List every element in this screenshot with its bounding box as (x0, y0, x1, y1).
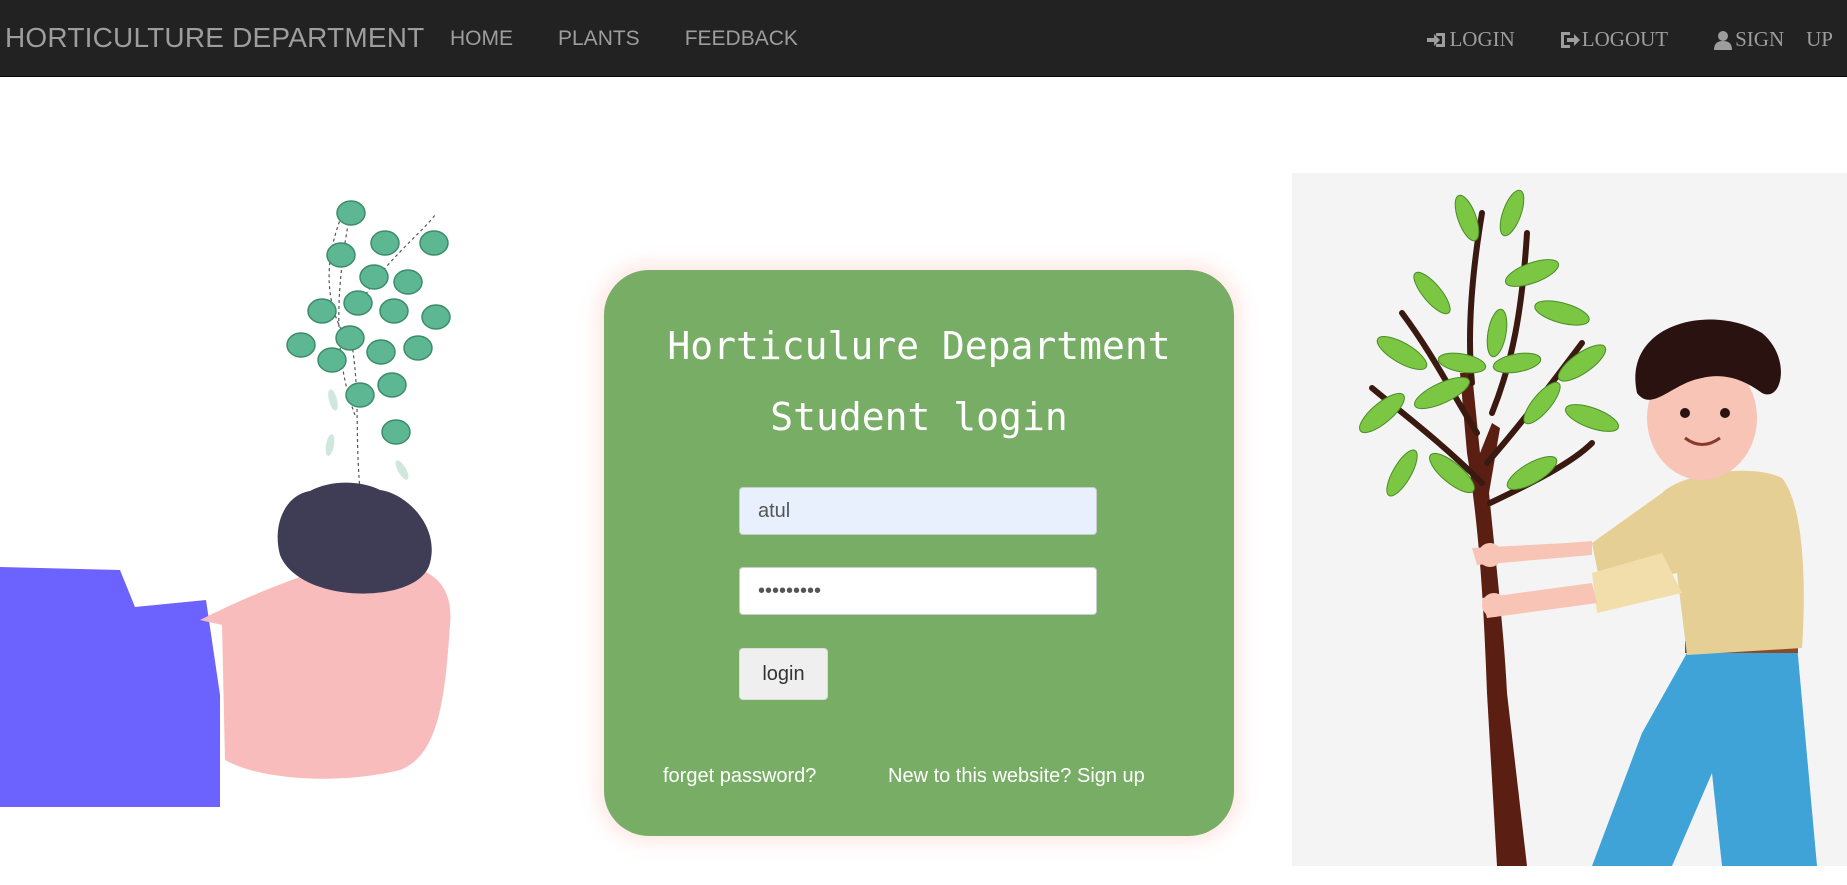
nav-feedback[interactable]: FEEDBACK (685, 27, 798, 51)
card-title: Horticulure Department (667, 324, 1171, 368)
card-subtitle: Student login (770, 395, 1068, 439)
brand-title[interactable]: HORTICULTURE DEPARTMENT (5, 22, 424, 54)
password-input[interactable] (739, 567, 1097, 615)
navbar: HORTICULTURE DEPARTMENT HOME PLANTS FEED… (0, 0, 1847, 77)
login-icon (1427, 32, 1446, 47)
nav-logout[interactable]: LOGOUT (1559, 27, 1668, 52)
username-input[interactable] (739, 487, 1097, 535)
nav-plants[interactable]: PLANTS (558, 27, 640, 51)
nav-home[interactable]: HOME (450, 27, 513, 51)
plant-hand-illustration (0, 200, 451, 807)
nav-login[interactable]: LOGIN (1426, 27, 1515, 52)
signup-link[interactable]: New to this website? Sign up (888, 765, 1145, 788)
user-icon (1714, 30, 1733, 50)
logout-icon (1560, 31, 1580, 48)
login-button[interactable]: login (739, 648, 828, 700)
nav-signup[interactable]: SIGN UP (1712, 27, 1833, 52)
nav-links: HOME PLANTS FEEDBACK (450, 27, 843, 51)
nav-right: LOGIN LOGOUT SIGN UP (1382, 27, 1847, 52)
nav-signup-label-2: UP (1806, 27, 1833, 51)
forget-password-link[interactable]: forget password? (663, 765, 816, 788)
nav-login-label: LOGIN (1449, 27, 1515, 51)
nav-logout-label: LOGOUT (1581, 27, 1669, 51)
nav-signup-label-1: SIGN (1735, 27, 1785, 51)
login-card: Horticulure Department Student login log… (604, 270, 1234, 836)
boy-tree-illustration (1292, 173, 1847, 866)
